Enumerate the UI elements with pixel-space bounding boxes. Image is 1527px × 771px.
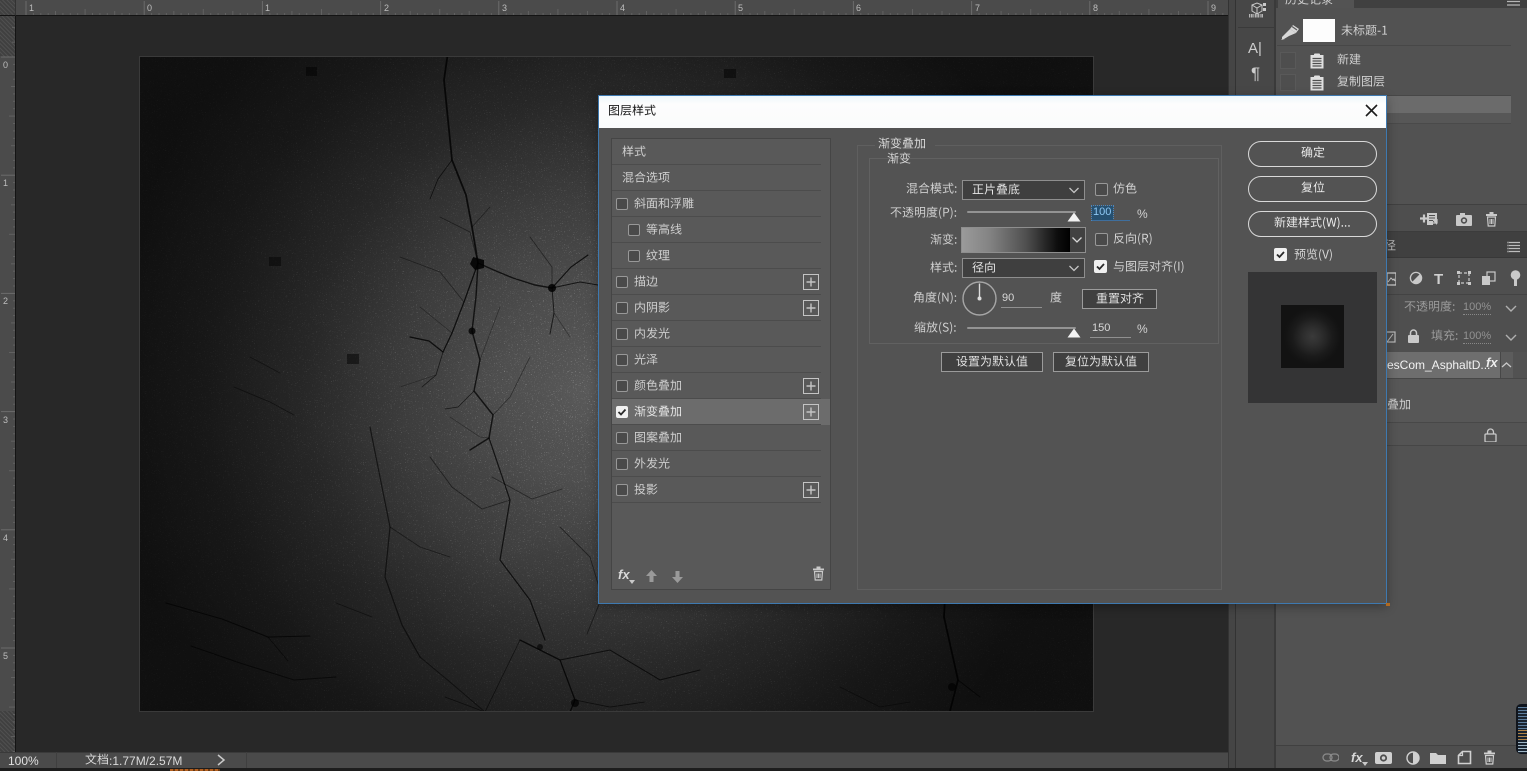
svg-text:9: 9 <box>1211 3 1216 13</box>
svg-text:8: 8 <box>1093 3 1098 13</box>
svg-text:1: 1 <box>3 178 8 188</box>
svg-text:2: 2 <box>384 3 389 13</box>
svg-text:4: 4 <box>620 3 625 13</box>
svg-text:3: 3 <box>3 415 8 425</box>
svg-text:1: 1 <box>265 3 270 13</box>
svg-text:2: 2 <box>3 296 8 306</box>
svg-text:0: 0 <box>147 3 152 13</box>
svg-text:7: 7 <box>975 3 980 13</box>
svg-text:5: 5 <box>3 651 8 661</box>
svg-text:6: 6 <box>856 3 861 13</box>
svg-text:0: 0 <box>3 60 8 70</box>
svg-text:5: 5 <box>738 3 743 13</box>
svg-text:1: 1 <box>29 3 34 13</box>
svg-text:3: 3 <box>502 3 507 13</box>
svg-text:4: 4 <box>3 533 8 543</box>
